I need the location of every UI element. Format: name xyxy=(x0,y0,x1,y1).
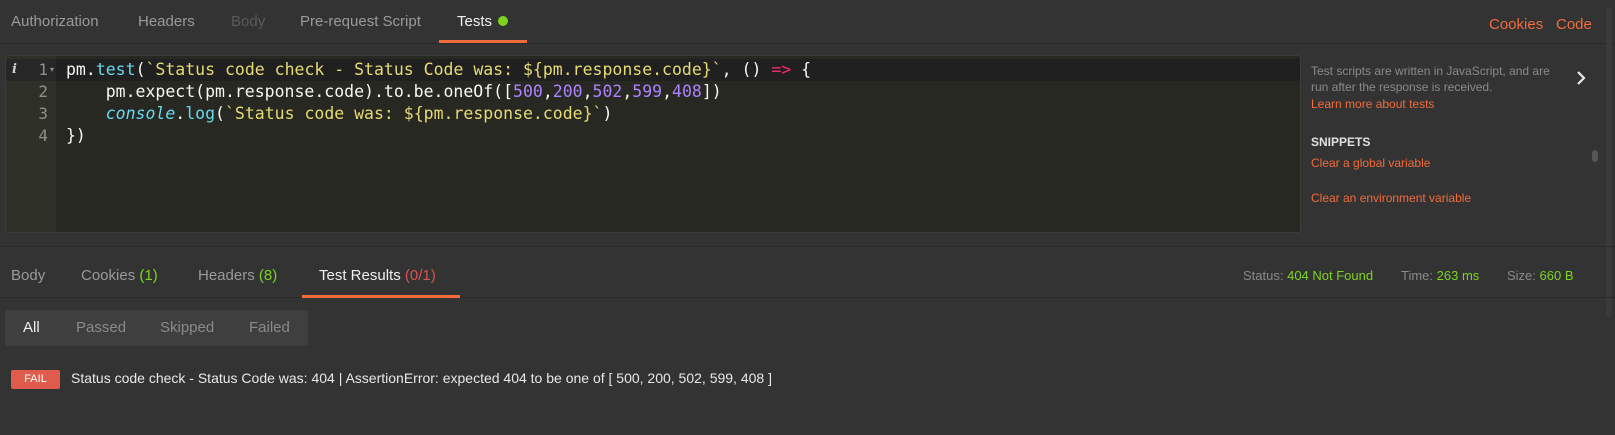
tab-body[interactable]: Body xyxy=(231,0,265,44)
test-result-message: Status code check - Status Code was: 404… xyxy=(71,370,772,386)
code-link[interactable]: Code xyxy=(1556,0,1592,44)
time-label: Time: xyxy=(1401,268,1434,283)
tab-tests[interactable]: Tests xyxy=(457,0,509,44)
postman-tests-view: Authorization Headers Body Pre-request S… xyxy=(0,0,1615,435)
panel-scroll-thumb[interactable] xyxy=(1592,150,1598,162)
test-script-editor[interactable]: i ▾ 1 2 3 4 pm.test(`Status code check -… xyxy=(5,55,1301,233)
learn-more-link[interactable]: Learn more about tests xyxy=(1311,97,1434,111)
line-number: 3 xyxy=(38,104,48,123)
active-tab-indicator xyxy=(439,40,527,43)
chevron-right-icon[interactable] xyxy=(1575,70,1587,86)
code-line-2: pm.expect(pm.response.code).to.be.oneOf(… xyxy=(66,82,722,101)
status-label: Status: xyxy=(1243,268,1284,283)
tab-authorization[interactable]: Authorization xyxy=(11,0,99,44)
snippets-heading: SNIPPETS xyxy=(1311,135,1371,149)
response-tab-bar: Body Cookies (1) Headers (8) Test Result… xyxy=(0,256,1615,298)
filter-all[interactable]: All xyxy=(23,310,40,346)
line-number: 4 xyxy=(38,126,48,145)
size-label: Size: xyxy=(1507,268,1536,283)
size-readout: Size: 660 B xyxy=(1507,256,1574,296)
time-readout: Time: 263 ms xyxy=(1401,256,1479,296)
status-readout: Status: 404 Not Found xyxy=(1243,256,1373,296)
tab-response-cookies[interactable]: Cookies (1) xyxy=(81,256,158,296)
code-line-1: pm.test(`Status code check - Status Code… xyxy=(66,60,812,79)
tab-headers[interactable]: Headers xyxy=(138,0,195,44)
active-response-tab-indicator xyxy=(302,295,460,298)
request-tab-bar: Authorization Headers Body Pre-request S… xyxy=(0,0,1615,44)
tab-response-headers[interactable]: Headers (8) xyxy=(198,256,277,296)
filter-skipped[interactable]: Skipped xyxy=(160,310,214,346)
cookies-link[interactable]: Cookies xyxy=(1489,0,1543,44)
filter-passed[interactable]: Passed xyxy=(76,310,126,346)
fail-badge: FAIL xyxy=(11,370,60,389)
code-line-4: }) xyxy=(66,126,86,145)
snippets-panel: Test scripts are written in JavaScript, … xyxy=(1311,55,1591,235)
test-results-count: (0/1) xyxy=(404,267,436,284)
snippet-clear-global-variable[interactable]: Clear a global variable xyxy=(1311,156,1430,170)
tests-description: Test scripts are written in JavaScript, … xyxy=(1311,64,1550,94)
tab-response-body[interactable]: Body xyxy=(11,256,45,296)
response-headers-label: Headers xyxy=(198,267,255,284)
test-results-label: Test Results xyxy=(319,267,401,284)
cookies-count: (1) xyxy=(139,267,158,284)
line-number: 2 xyxy=(38,82,48,101)
tab-test-results[interactable]: Test Results (0/1) xyxy=(319,256,436,296)
code-line-3: console.log(`Status code was: ${pm.respo… xyxy=(105,104,613,123)
tests-active-dot-icon xyxy=(498,16,509,26)
status-value[interactable]: 404 Not Found xyxy=(1287,268,1373,283)
tab-tests-label: Tests xyxy=(457,13,493,30)
response-cookies-label: Cookies xyxy=(81,267,136,284)
section-divider xyxy=(0,246,1615,247)
filter-failed[interactable]: Failed xyxy=(249,310,290,346)
time-value[interactable]: 263 ms xyxy=(1437,268,1480,283)
size-value[interactable]: 660 B xyxy=(1540,268,1574,283)
tab-pre-request-script[interactable]: Pre-request Script xyxy=(300,0,421,44)
fold-arrow-icon[interactable]: ▾ xyxy=(50,59,54,81)
headers-count: (8) xyxy=(258,267,278,284)
snippet-clear-environment-variable[interactable]: Clear an environment variable xyxy=(1311,191,1471,205)
test-result-filter: All Passed Skipped Failed xyxy=(5,310,308,346)
line-number: 1 xyxy=(38,60,48,79)
